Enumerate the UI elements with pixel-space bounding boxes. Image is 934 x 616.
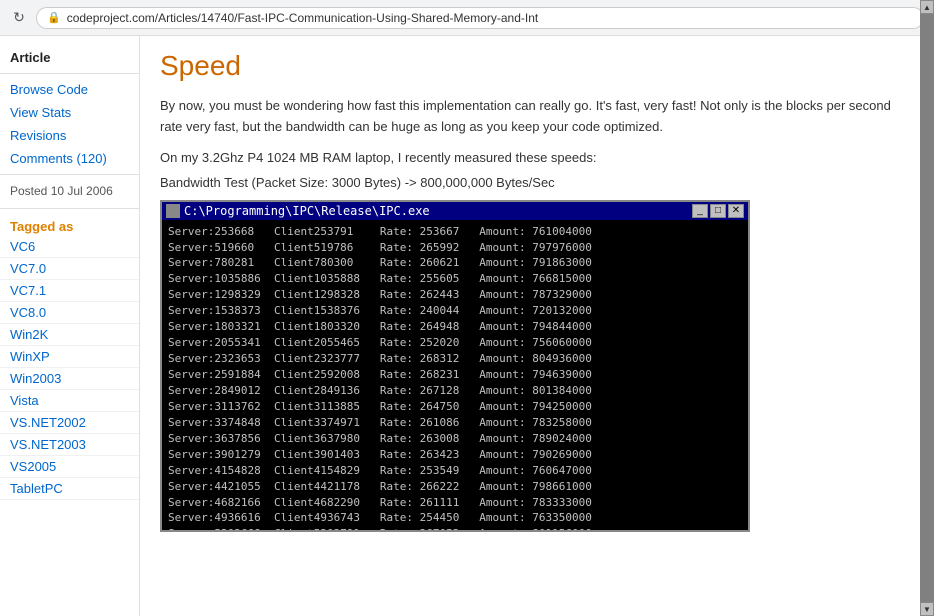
sidebar-link-comments[interactable]: Comments (120) xyxy=(0,147,139,170)
tag-vsnet2003[interactable]: VS.NET2003 xyxy=(0,434,139,456)
browser-bar: ↻ 🔒 codeproject.com/Articles/14740/Fast-… xyxy=(0,0,934,36)
lock-icon: 🔒 xyxy=(47,11,61,24)
tag-win2k[interactable]: Win2K xyxy=(0,324,139,346)
tag-vc6[interactable]: VC6 xyxy=(0,236,139,258)
tag-tabletpc[interactable]: TabletPC xyxy=(0,478,139,500)
main-content: Speed By now, you must be wondering how … xyxy=(140,36,934,616)
article-section-title: Article xyxy=(0,44,139,69)
cmd-body: Server:253668 Client253791 Rate: 253667 … xyxy=(162,220,748,530)
sidebar-link-view-stats[interactable]: View Stats xyxy=(0,101,139,124)
cmd-restore-button[interactable]: □ xyxy=(710,204,726,218)
page-title: Speed xyxy=(160,50,914,82)
url-text: codeproject.com/Articles/14740/Fast-IPC-… xyxy=(67,11,539,25)
tag-vs2005[interactable]: VS2005 xyxy=(0,456,139,478)
refresh-icon[interactable]: ↻ xyxy=(10,9,28,27)
sidebar: Article Browse Code View Stats Revisions… xyxy=(0,36,140,616)
tagged-as-label: Tagged as xyxy=(0,213,139,236)
tag-vsnet2002[interactable]: VS.NET2002 xyxy=(0,412,139,434)
tag-win2003[interactable]: Win2003 xyxy=(0,368,139,390)
cmd-window: C:\Programming\IPC\Release\IPC.exe _ □ ✕… xyxy=(160,200,750,532)
tag-vc70[interactable]: VC7.0 xyxy=(0,258,139,280)
address-bar[interactable]: 🔒 codeproject.com/Articles/14740/Fast-IP… xyxy=(36,7,924,29)
cmd-scrollbar: ▲ ▼ xyxy=(920,36,934,616)
page-layout: Article Browse Code View Stats Revisions… xyxy=(0,36,934,616)
sidebar-divider-3 xyxy=(0,208,139,209)
bandwidth-label: Bandwidth Test (Packet Size: 3000 Bytes)… xyxy=(160,175,914,190)
cmd-close-button[interactable]: ✕ xyxy=(728,204,744,218)
sidebar-link-revisions[interactable]: Revisions xyxy=(0,124,139,147)
cmd-minimize-button[interactable]: _ xyxy=(692,204,708,218)
tag-vc71[interactable]: VC7.1 xyxy=(0,280,139,302)
sidebar-link-browse-code[interactable]: Browse Code xyxy=(0,78,139,101)
cmd-titlebar: C:\Programming\IPC\Release\IPC.exe _ □ ✕ xyxy=(162,202,748,220)
measured-paragraph: On my 3.2Ghz P4 1024 MB RAM laptop, I re… xyxy=(160,150,914,165)
scrollbar-down-arrow[interactable]: ▼ xyxy=(920,602,934,616)
tag-winxp[interactable]: WinXP xyxy=(0,346,139,368)
tag-vc80[interactable]: VC8.0 xyxy=(0,302,139,324)
intro-paragraph: By now, you must be wondering how fast t… xyxy=(160,96,914,138)
cmd-title-text: C:\Programming\IPC\Release\IPC.exe xyxy=(184,204,430,218)
cmd-output: Server:253668 Client253791 Rate: 253667 … xyxy=(168,224,730,530)
scrollbar-track xyxy=(920,36,934,602)
cmd-titlebar-left: C:\Programming\IPC\Release\IPC.exe xyxy=(166,204,430,218)
sidebar-divider-1 xyxy=(0,73,139,74)
tag-vista[interactable]: Vista xyxy=(0,390,139,412)
posted-date: Posted 10 Jul 2006 xyxy=(0,179,139,204)
cmd-controls: _ □ ✕ xyxy=(692,204,744,218)
sidebar-divider-2 xyxy=(0,174,139,175)
cmd-app-icon xyxy=(166,204,180,218)
